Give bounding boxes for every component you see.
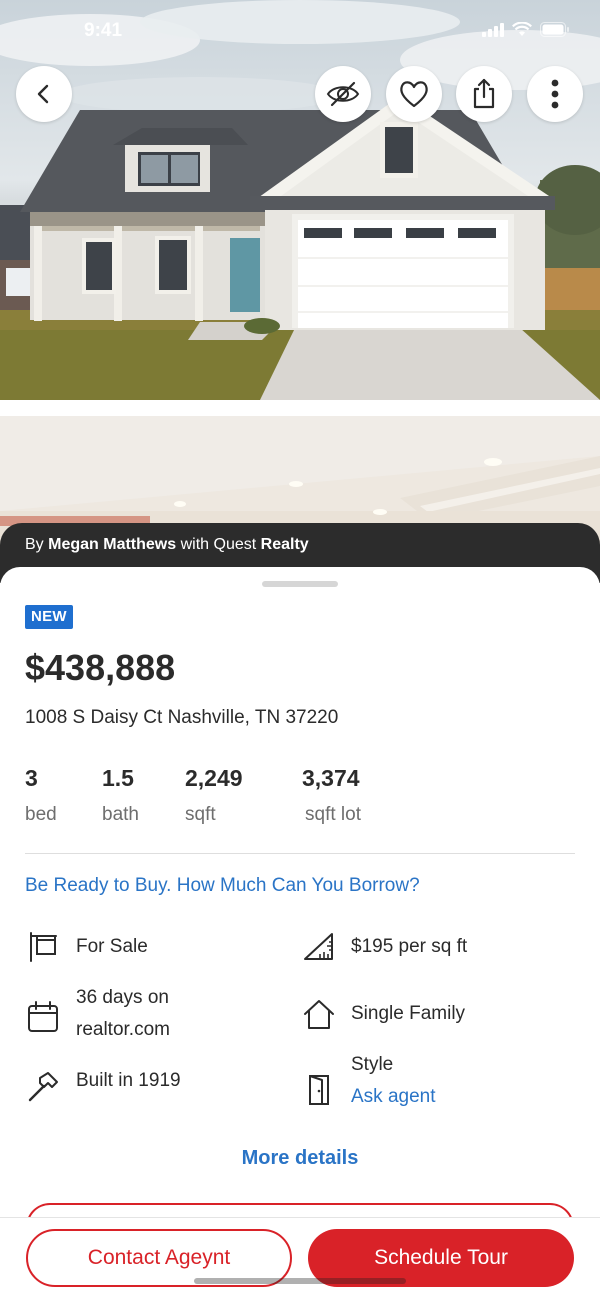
days-on-market: 36 days on realtor.com	[76, 982, 170, 1046]
listing-address: 1008 S Daisy Ct Nashville, TN 37220	[25, 707, 339, 728]
baths-value: 1.5	[102, 765, 134, 791]
new-badge: NEW	[25, 605, 73, 629]
price-per-sqft: $195 per sq ft	[351, 936, 468, 957]
ruler-icon	[304, 933, 333, 960]
agent-with: with	[180, 536, 210, 553]
photo-divider	[0, 400, 600, 416]
sqft-label: sqft	[185, 804, 216, 825]
brokerage-name-light: Quest	[213, 536, 257, 553]
listing-agent-text: By Megan Matthews with Quest Realty	[25, 536, 309, 554]
brokerage-name-bold: Realty	[260, 536, 309, 553]
door-icon	[309, 1075, 329, 1105]
days-on-market-line2: realtor.com	[76, 1019, 170, 1040]
section-divider	[25, 853, 575, 854]
signal-icon	[482, 22, 504, 37]
home-indicator	[194, 1278, 406, 1284]
agent-prefix: By	[25, 536, 44, 553]
property-type: Single Family	[351, 1003, 466, 1024]
sheet-drag-handle[interactable]	[262, 581, 338, 587]
style-info: Style Ask agent	[351, 1049, 436, 1113]
house-icon	[304, 1000, 334, 1029]
share-icon	[473, 78, 495, 109]
sqft-value: 2,249	[185, 765, 243, 791]
lot-size-value: 3,374	[302, 765, 360, 791]
lot-size-label: sqft lot	[305, 804, 361, 825]
agent-name: Megan Matthews	[48, 536, 177, 553]
back-button[interactable]	[16, 66, 72, 122]
wifi-icon	[512, 22, 532, 36]
ask-agent-link[interactable]: Ask agent	[351, 1081, 436, 1113]
favorite-button[interactable]	[386, 66, 442, 122]
house-exterior-image	[0, 0, 600, 400]
calendar-icon	[28, 1001, 58, 1032]
listing-status: For Sale	[76, 936, 148, 957]
affordability-link[interactable]: Be Ready to Buy. How Much Can You Borrow…	[25, 875, 420, 897]
days-on-market-line1: 36 days on	[76, 987, 169, 1008]
style-label: Style	[351, 1054, 394, 1075]
heart-icon	[400, 81, 428, 108]
eye-off-icon	[326, 81, 360, 107]
beds-value: 3	[25, 765, 38, 791]
hide-listing-button[interactable]	[315, 66, 371, 122]
status-bar: 9:41	[0, 0, 600, 60]
listing-details-sheet: NEW $438,888 1008 S Daisy Ct Nashville, …	[0, 567, 600, 1297]
listing-photo-exterior[interactable]	[0, 0, 600, 400]
listing-price: $438,888	[25, 647, 176, 688]
battery-icon	[540, 22, 569, 37]
hammer-icon	[28, 1072, 58, 1102]
for-sale-sign-icon	[30, 932, 57, 962]
status-icons	[482, 22, 570, 37]
year-built: Built in 1919	[76, 1070, 181, 1091]
more-details-link[interactable]: More details	[0, 1147, 600, 1170]
chevron-left-icon	[37, 84, 49, 104]
beds-label: bed	[25, 804, 57, 825]
bottom-action-bar: Contact Ageynt Schedule Tour	[0, 1217, 600, 1297]
baths-label: bath	[102, 804, 139, 825]
share-button[interactable]	[456, 66, 512, 122]
more-options-button[interactable]	[527, 66, 583, 122]
status-time: 9:41	[84, 20, 123, 41]
more-vertical-icon	[551, 79, 559, 109]
